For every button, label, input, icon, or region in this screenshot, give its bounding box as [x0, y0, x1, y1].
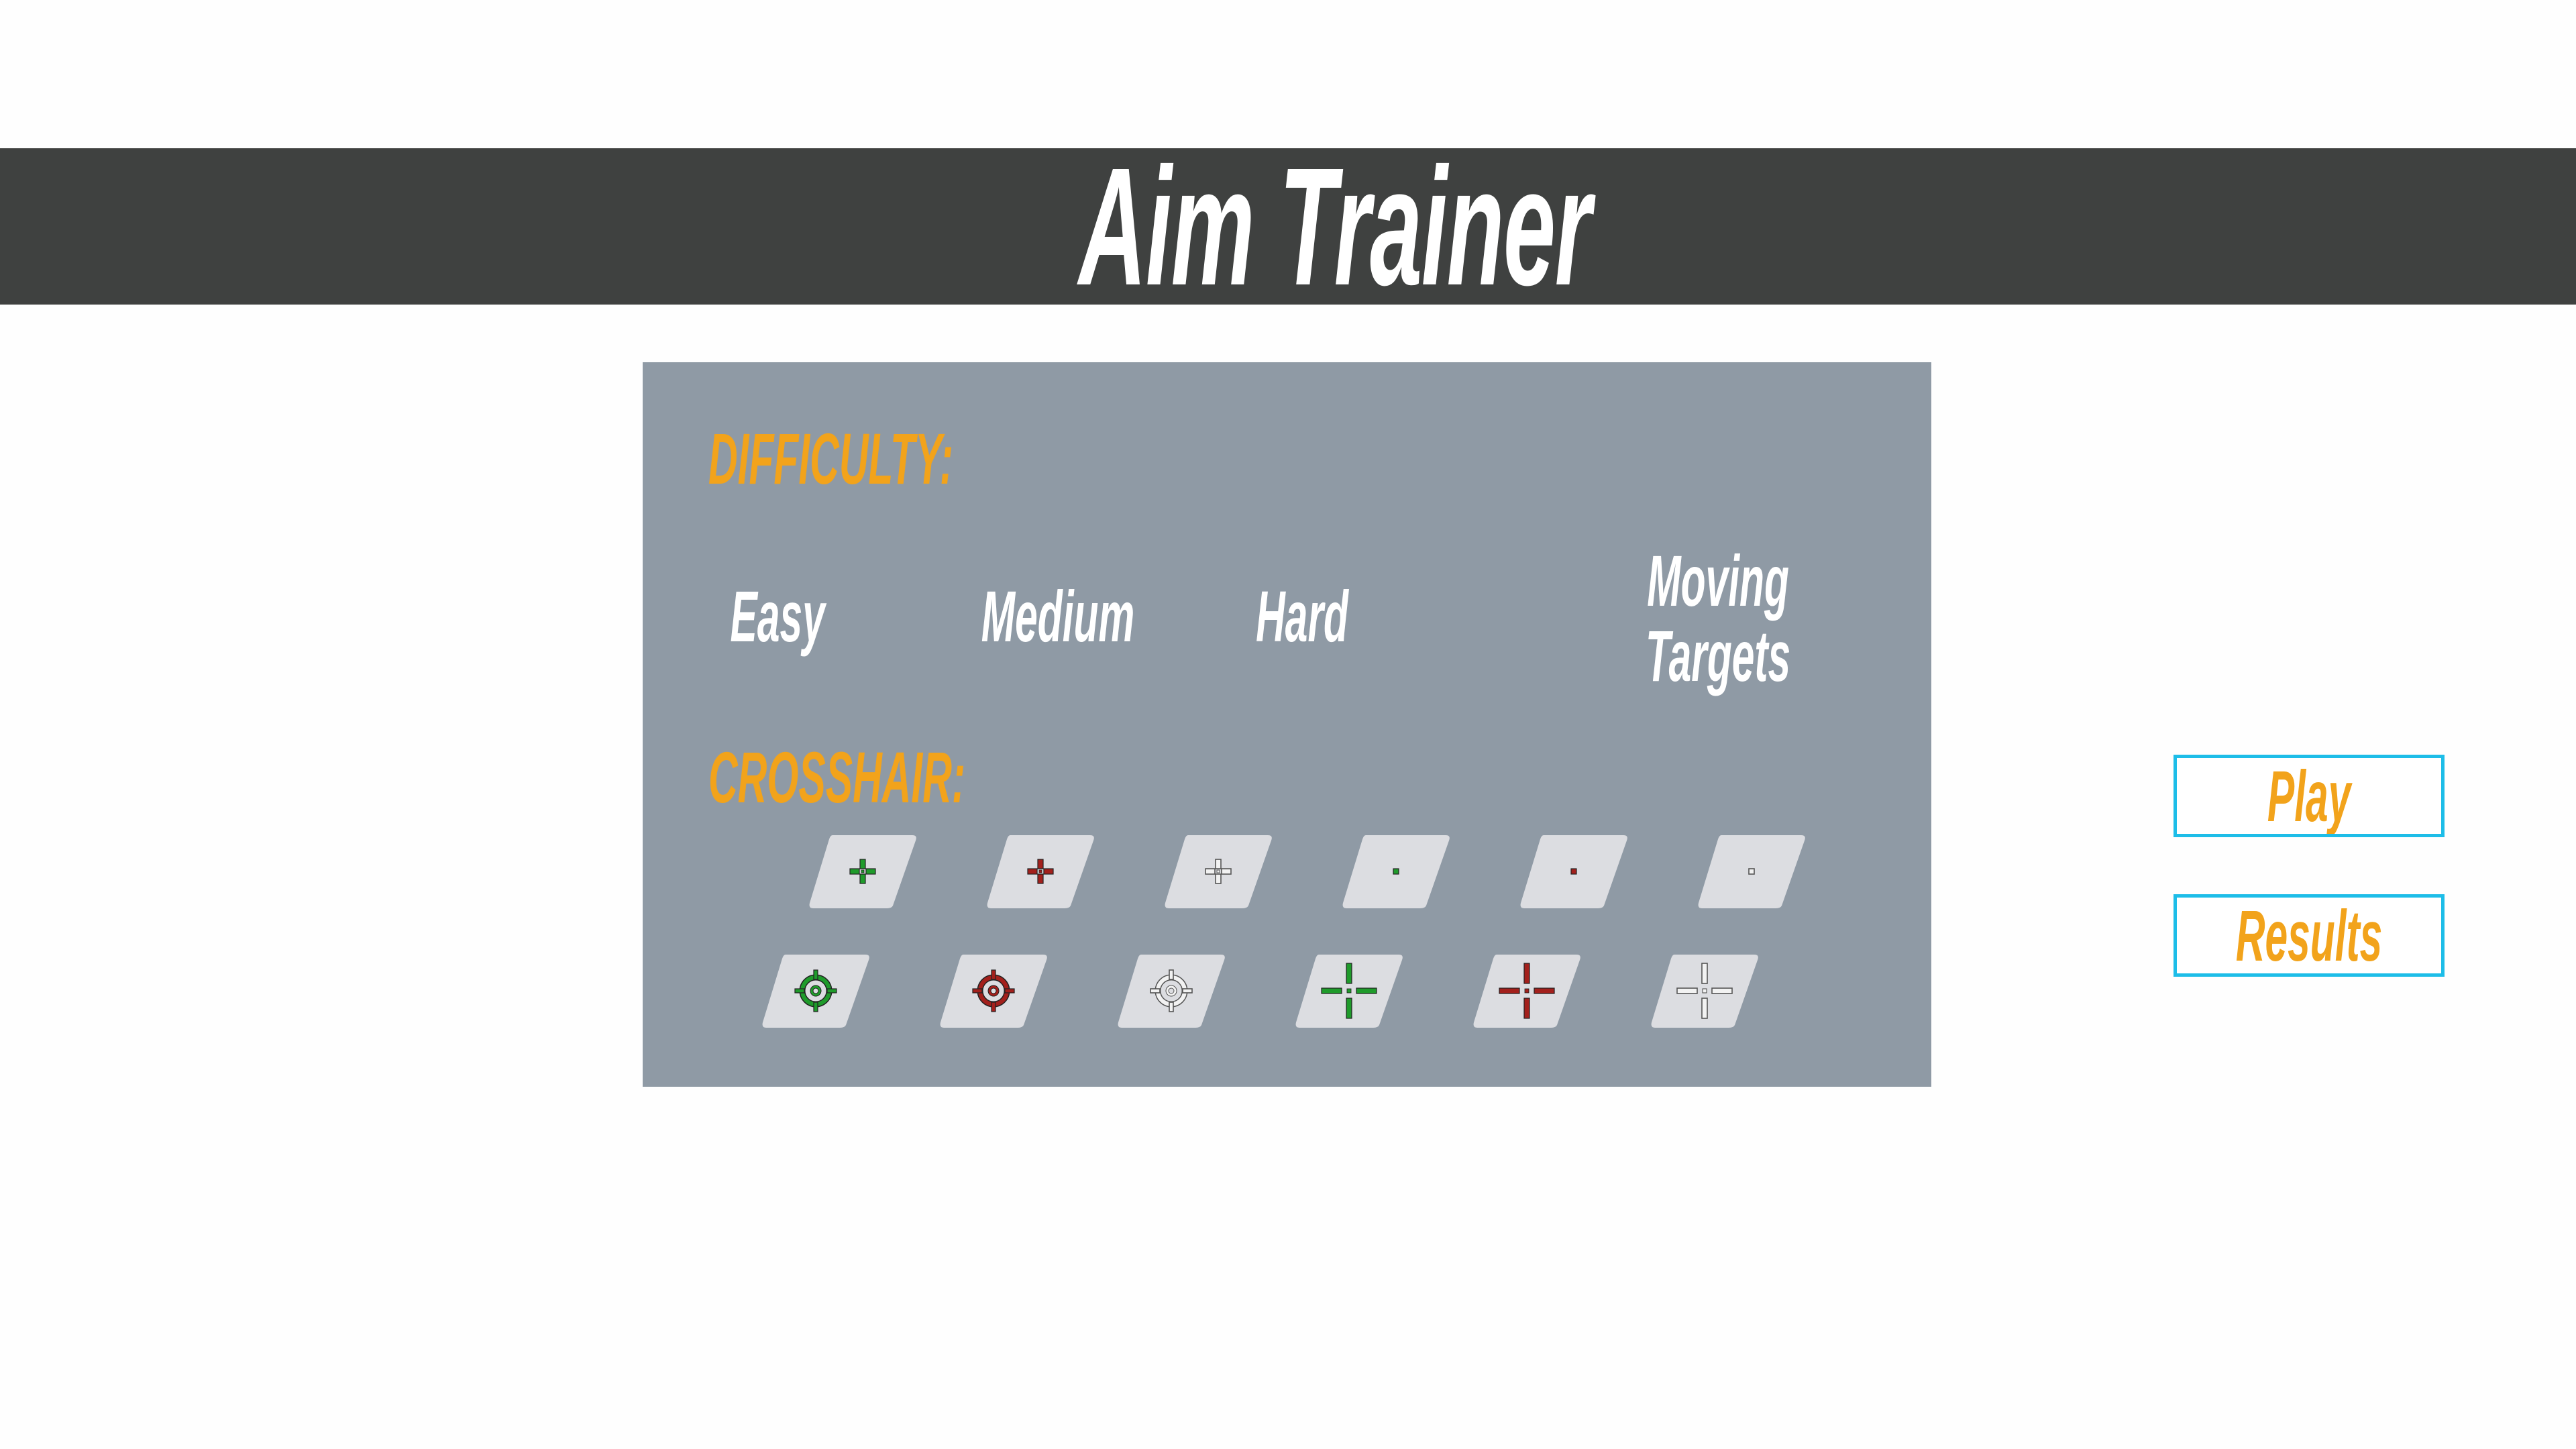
- aim-trainer-screen: Aim Trainer DIFFICULTY: Easy Medium Hard…: [0, 0, 2576, 1449]
- results-button[interactable]: Results: [2174, 894, 2445, 977]
- red-large-plus-crosshair-icon: [1497, 961, 1557, 1021]
- crosshair-heading-text: CROSSHAIR:: [708, 737, 966, 818]
- green-plus-crosshair-icon: [833, 841, 893, 902]
- green-large-plus-crosshair-icon: [1319, 961, 1379, 1021]
- crosshair-option-10[interactable]: [1293, 951, 1405, 1030]
- difficulty-medium-label: Medium: [981, 576, 1135, 657]
- results-button-label: Results: [2235, 894, 2383, 976]
- crosshair-option-8[interactable]: [938, 951, 1049, 1030]
- difficulty-easy-label: Easy: [730, 576, 825, 657]
- red-plus-crosshair-icon: [1010, 841, 1071, 902]
- difficulty-hard-label: Hard: [1256, 576, 1348, 657]
- app-title: Aim Trainer: [1079, 133, 1993, 320]
- crosshair-heading: CROSSHAIR:: [708, 741, 1167, 814]
- crosshair-option-9[interactable]: [1116, 951, 1227, 1030]
- red-dot-crosshair-icon: [1544, 841, 1604, 902]
- crosshair-option-6[interactable]: [1696, 832, 1807, 911]
- crosshair-option-12[interactable]: [1649, 951, 1760, 1030]
- white-dot-crosshair-icon: [1721, 841, 1782, 902]
- crosshair-option-4[interactable]: [1340, 832, 1452, 911]
- green-circle-crosshair-icon: [786, 961, 846, 1021]
- difficulty-moving-targets-label: Moving Targets: [1645, 540, 1791, 696]
- crosshair-option-11[interactable]: [1471, 951, 1582, 1030]
- green-dot-crosshair-icon: [1366, 841, 1426, 902]
- crosshair-option-3[interactable]: [1163, 832, 1274, 911]
- difficulty-medium-option[interactable]: Medium: [921, 580, 1149, 653]
- crosshair-option-1[interactable]: [807, 832, 918, 911]
- difficulty-easy-option[interactable]: Easy: [693, 580, 841, 653]
- red-circle-crosshair-icon: [963, 961, 1024, 1021]
- white-circle-crosshair-icon: [1141, 961, 1201, 1021]
- white-large-plus-crosshair-icon: [1674, 961, 1735, 1021]
- settings-panel: DIFFICULTY: Easy Medium Hard Moving Targ…: [643, 362, 1931, 1087]
- difficulty-hard-option[interactable]: Hard: [1220, 580, 1381, 653]
- crosshair-option-5[interactable]: [1518, 832, 1629, 911]
- crosshair-option-2[interactable]: [985, 832, 1096, 911]
- difficulty-moving-targets-option[interactable]: Moving Targets: [1589, 543, 1817, 694]
- crosshair-option-7[interactable]: [760, 951, 871, 1030]
- play-button[interactable]: Play: [2174, 755, 2445, 837]
- difficulty-heading-text: DIFFICULTY:: [708, 418, 954, 499]
- play-button-label: Play: [2267, 755, 2351, 837]
- difficulty-heading: DIFFICULTY:: [708, 423, 1146, 495]
- app-title-text: Aim Trainer: [1079, 133, 1591, 320]
- white-plus-crosshair-icon: [1188, 841, 1248, 902]
